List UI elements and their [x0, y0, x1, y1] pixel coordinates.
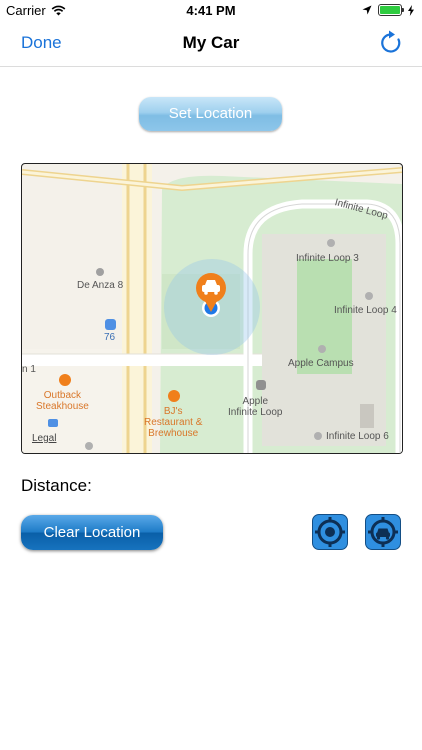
- map-label-apple-infinite-loop: Apple Infinite Loop: [228, 396, 283, 418]
- map-label-infinite-loop-4: Infinite Loop 4: [334, 305, 397, 316]
- location-arrow-icon: [362, 5, 372, 15]
- map-label-bjs: BJ's Restaurant & Brewhouse: [144, 406, 203, 439]
- map-label-infinite-loop-6: Infinite Loop 6: [326, 431, 389, 442]
- battery-icon: [378, 4, 404, 16]
- status-right: [362, 4, 414, 16]
- crosshair-target-icon: [315, 517, 345, 547]
- car-target-icon: [368, 517, 398, 547]
- center-user-button[interactable]: [312, 514, 348, 550]
- map-label-outback: Outback Steakhouse: [36, 390, 89, 412]
- charging-bolt-icon: [408, 4, 414, 16]
- map-label-infinite-loop-3: Infinite Loop 3: [296, 253, 359, 264]
- map-label-de-anza: De Anza 8: [77, 280, 124, 291]
- map-legal-link[interactable]: Legal: [32, 433, 56, 444]
- set-location-button[interactable]: Set Location: [139, 97, 282, 131]
- center-car-button[interactable]: [365, 514, 401, 550]
- distance-label: Distance:: [21, 476, 92, 495]
- map-label-n1: n 1: [22, 364, 36, 375]
- status-bar: Carrier 4:41 PM: [0, 0, 422, 22]
- map-view[interactable]: De Anza 8 76 Infinite Loop Infinite Loop…: [21, 163, 403, 454]
- map-label-route: 76: [104, 332, 116, 343]
- status-time: 4:41 PM: [186, 3, 236, 18]
- page-title: My Car: [182, 33, 240, 52]
- navigation-bar: Done My Car: [0, 22, 422, 67]
- refresh-icon[interactable]: [378, 30, 404, 56]
- clear-location-button[interactable]: Clear Location: [21, 515, 163, 550]
- map-label-apple-campus: Apple Campus: [288, 358, 354, 369]
